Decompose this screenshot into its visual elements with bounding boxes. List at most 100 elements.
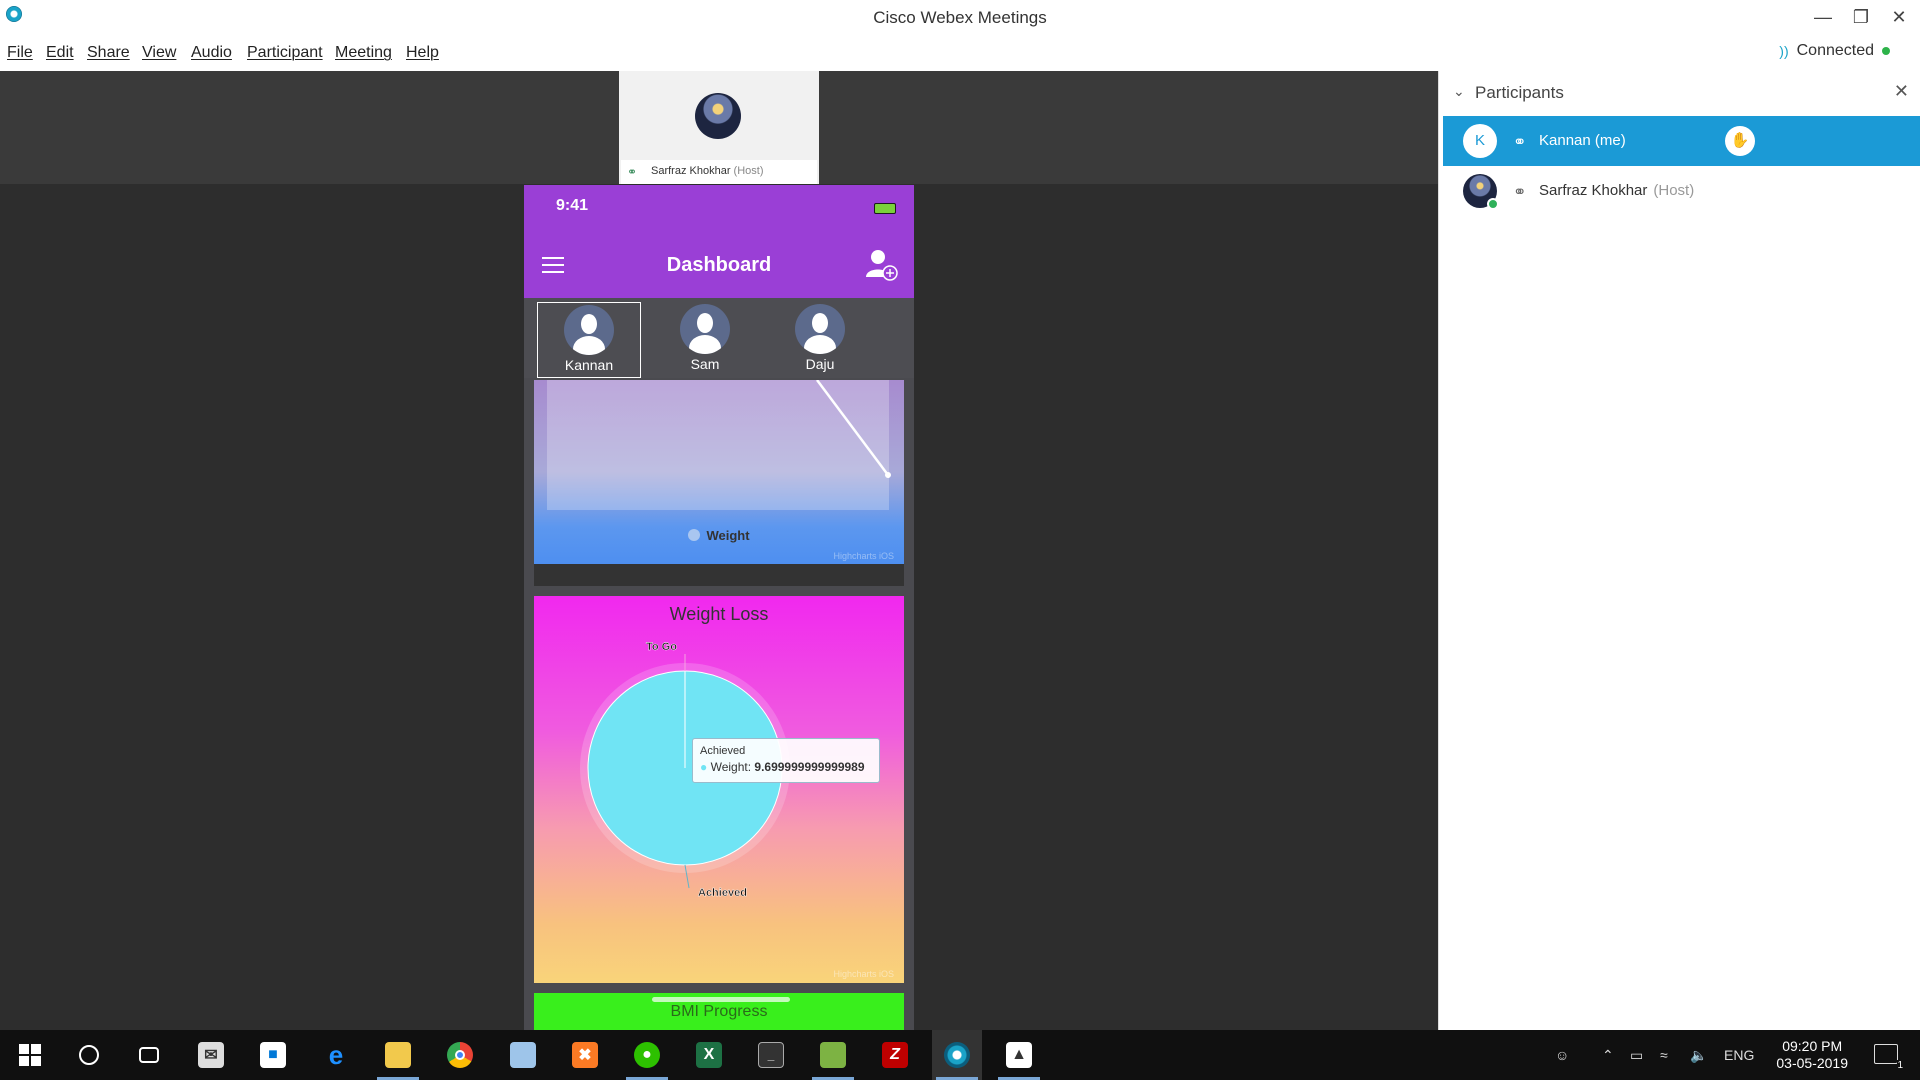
- background-strip: [534, 564, 904, 586]
- menu-bar: File Edit Share View Audio Participant M…: [0, 36, 1920, 71]
- host-video-thumbnail[interactable]: ⚭ Sarfraz Khokhar (Host): [619, 71, 819, 184]
- action-center-icon[interactable]: 1: [1874, 1044, 1903, 1071]
- bmi-progress-label: BMI Progress: [670, 1003, 768, 1020]
- participant-suffix: (me): [1594, 132, 1626, 149]
- tooltip-bullet-icon: ●: [700, 760, 708, 774]
- user-name: Kannan: [564, 357, 614, 373]
- windows-taskbar: ✉ ■ e ✖ ● X _ Z ▲ ☺ ⌃ ▭ ≈ 🔈 ENG 09:20 PM…: [0, 1030, 1920, 1080]
- raise-hand-icon[interactable]: ✋: [1725, 126, 1755, 156]
- menu-participant[interactable]: Participant: [247, 44, 323, 62]
- legend-swatch-icon: [688, 529, 701, 541]
- app-header: 9:41 Dashboard: [524, 185, 914, 298]
- user-name: Sam: [690, 356, 720, 372]
- phone-time: 9:41: [556, 197, 589, 214]
- menu-file[interactable]: File: [7, 44, 33, 62]
- data-label-to-go: To Go: [646, 641, 677, 653]
- mail-icon[interactable]: ✉: [186, 1030, 236, 1080]
- notification-count: 1: [1897, 1060, 1903, 1071]
- user-tile-daju[interactable]: Daju: [768, 302, 872, 378]
- volume-icon[interactable]: 🔈: [1690, 1030, 1707, 1080]
- clock[interactable]: 09:20 PM 03-05-2019: [1776, 1038, 1848, 1072]
- participant-name: Kannan: [1539, 132, 1591, 149]
- chart-credit: Highcharts iOS: [833, 551, 894, 561]
- user-selector: Kannan Sam Daju: [524, 298, 914, 378]
- terminal-icon[interactable]: _: [746, 1030, 796, 1080]
- task-view-icon[interactable]: [124, 1030, 174, 1080]
- language-indicator[interactable]: ENG: [1724, 1030, 1754, 1080]
- participant-avatar: K: [1463, 124, 1497, 158]
- tooltip-value: 9.699999999999989: [754, 760, 865, 774]
- battery-tray-icon[interactable]: ▭: [1630, 1030, 1643, 1080]
- online-dot-icon: [1882, 47, 1890, 55]
- scroll-indicator: [652, 997, 790, 1002]
- title-bar: Cisco Webex Meetings — ❐ ✕: [0, 0, 1920, 36]
- photos-icon[interactable]: ▲: [994, 1030, 1044, 1080]
- shared-phone-screen: 9:41 Dashboard Kannan Sam Daju Weight Hi…: [524, 185, 914, 1030]
- user-avatar-icon: [680, 304, 730, 354]
- chrome-icon[interactable]: [435, 1030, 485, 1080]
- participant-role: (Host): [1653, 182, 1695, 199]
- user-name: Daju: [805, 356, 835, 372]
- menu-audio[interactable]: Audio: [191, 44, 232, 62]
- menu-help[interactable]: Help: [406, 44, 439, 62]
- webex-icon[interactable]: [932, 1030, 982, 1080]
- host-badge-icon: [1487, 198, 1499, 210]
- store-icon[interactable]: ■: [248, 1030, 298, 1080]
- edge-icon[interactable]: e: [311, 1030, 361, 1080]
- tooltip-category: Achieved: [700, 745, 746, 757]
- start-icon[interactable]: [5, 1030, 55, 1080]
- tooltip-series: Weight: [710, 760, 748, 774]
- clock-date: 03-05-2019: [1776, 1055, 1848, 1071]
- chart-tooltip: Achieved ● Weight: 9.699999999999989: [692, 738, 880, 783]
- filezilla-icon[interactable]: Z: [870, 1030, 920, 1080]
- audio-headset-icon: ⚭: [1513, 134, 1527, 151]
- weight-area-chart: Weight Highcharts iOS: [534, 380, 904, 564]
- pie-plot: To Go Achieved: [580, 641, 790, 899]
- connection-label: Connected: [1796, 42, 1874, 59]
- people-icon[interactable]: ☺: [1555, 1030, 1569, 1080]
- audio-headset-icon: ⚭: [627, 165, 638, 179]
- user-avatar-icon: [564, 305, 614, 355]
- battery-icon: [874, 203, 896, 214]
- cortana-icon[interactable]: [64, 1030, 114, 1080]
- shared-content-stage: ⚭ Sarfraz Khokhar (Host) 9:41 Dashboard …: [0, 71, 1438, 1030]
- participants-title: Participants: [1475, 83, 1564, 102]
- wifi-icon[interactable]: ≈: [1660, 1030, 1668, 1080]
- menu-view[interactable]: View: [142, 44, 176, 62]
- virtualbox-icon[interactable]: [498, 1030, 548, 1080]
- signal-icon: )): [1779, 43, 1789, 59]
- participant-row-kannan[interactable]: K ⚭ Kannan (me) ✋: [1443, 116, 1920, 166]
- excel-icon[interactable]: X: [684, 1030, 734, 1080]
- menu-edit[interactable]: Edit: [46, 44, 74, 62]
- file-explorer-icon[interactable]: [373, 1030, 423, 1080]
- menu-meeting[interactable]: Meeting: [335, 44, 392, 62]
- show-hidden-icons-icon[interactable]: ⌃: [1602, 1030, 1614, 1080]
- participants-panel: ⌄ Participants ✕ K ⚭ Kannan (me) ✋ ⚭ Sar…: [1438, 71, 1920, 1030]
- user-tile-sam[interactable]: Sam: [653, 302, 757, 378]
- window-title: Cisco Webex Meetings: [873, 8, 1047, 27]
- user-avatar-icon: [795, 304, 845, 354]
- close-icon[interactable]: ✕: [1884, 4, 1914, 30]
- app-title: Dashboard: [666, 254, 772, 276]
- user-tile-kannan[interactable]: Kannan: [537, 302, 641, 378]
- host-avatar: [695, 93, 741, 139]
- chart-legend[interactable]: Weight: [534, 528, 904, 543]
- connection-status[interactable]: )) Connected: [1779, 42, 1890, 60]
- audio-headset-icon: ⚭: [1513, 184, 1527, 201]
- participants-header[interactable]: ⌄ Participants ✕: [1439, 71, 1920, 115]
- menu-share[interactable]: Share: [87, 44, 130, 62]
- restore-icon[interactable]: ❐: [1846, 4, 1876, 30]
- participant-row-sarfraz[interactable]: ⚭ Sarfraz Khokhar (Host): [1443, 166, 1920, 216]
- close-panel-icon[interactable]: ✕: [1894, 81, 1909, 102]
- gedit-icon[interactable]: [808, 1030, 858, 1080]
- participant-avatar: [1463, 174, 1499, 210]
- chart-credit: Highcharts iOS: [833, 969, 894, 979]
- xampp-icon[interactable]: ✖: [560, 1030, 610, 1080]
- weight-loss-pie-chart: Weight Loss To Go Achieved Achieved ● Wei…: [534, 596, 904, 983]
- add-user-icon[interactable]: [864, 247, 898, 281]
- chevron-down-icon[interactable]: ⌄: [1453, 83, 1465, 100]
- minimize-icon[interactable]: —: [1808, 4, 1838, 30]
- clock-time: 09:20 PM: [1782, 1038, 1843, 1054]
- host-name-label: ⚭ Sarfraz Khokhar (Host): [621, 160, 817, 184]
- wechat-icon[interactable]: ●: [622, 1030, 672, 1080]
